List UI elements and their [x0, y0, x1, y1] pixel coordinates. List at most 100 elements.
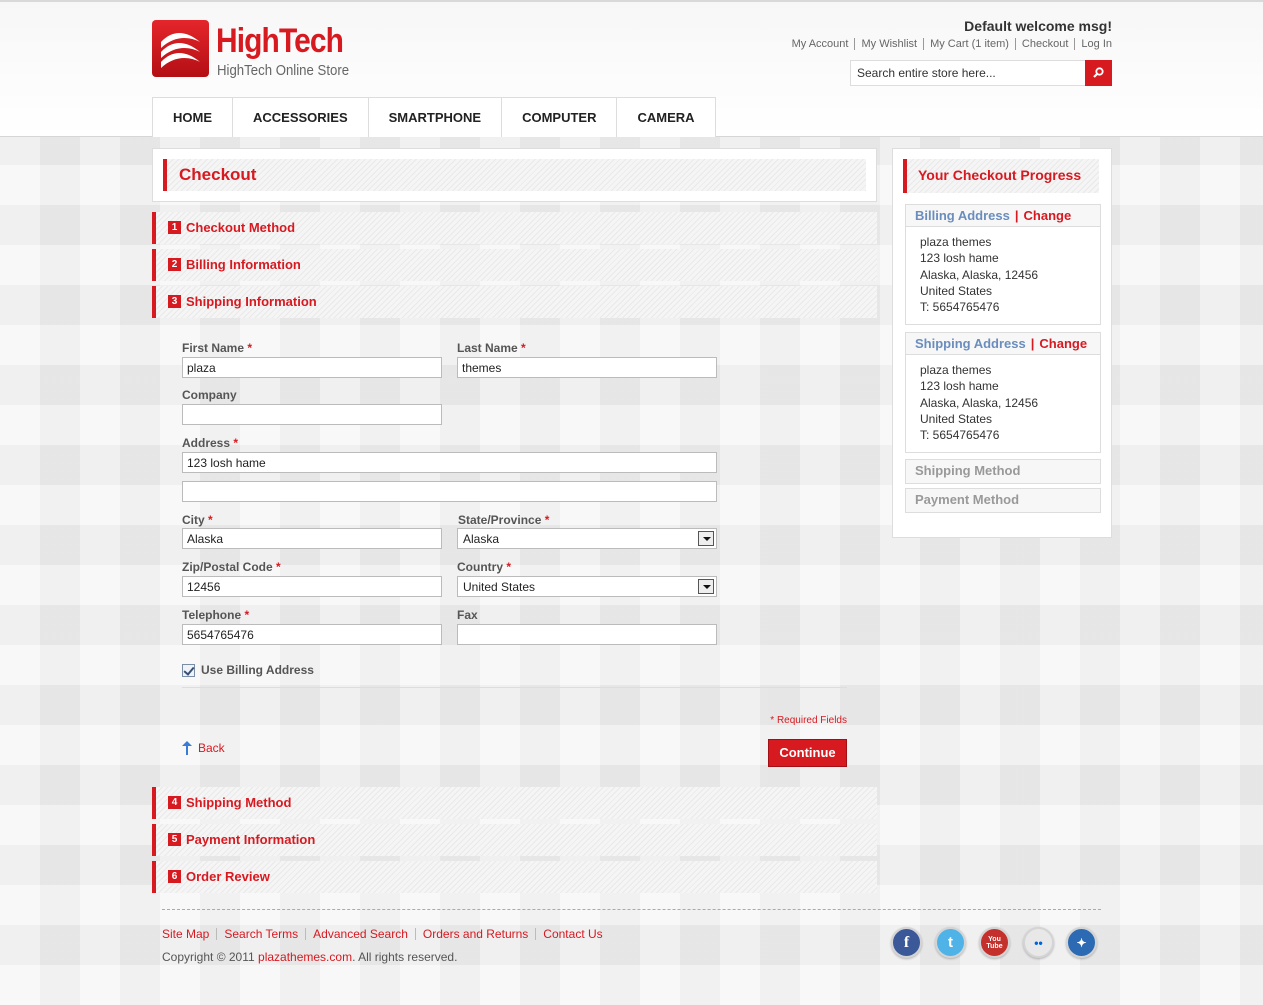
logo-title: HighTech: [216, 22, 344, 60]
site-map-link[interactable]: Site Map: [162, 928, 216, 940]
last-name-field[interactable]: [457, 357, 717, 378]
shipping-change-link[interactable]: Change: [1039, 336, 1087, 351]
search-icon: [1093, 67, 1104, 78]
state-label: State/Province *: [458, 513, 550, 527]
back-link[interactable]: Back: [182, 741, 225, 755]
fax-field[interactable]: [457, 624, 717, 645]
step-checkout-method[interactable]: 1 Checkout Method: [152, 212, 877, 244]
form-divider: [182, 687, 847, 688]
first-name-label: First Name *: [182, 341, 253, 355]
shipping-address-body: plaza themes 123 losh hame Alaska, Alask…: [920, 363, 1039, 443]
orders-returns-link[interactable]: Orders and Returns: [414, 928, 535, 940]
nav-smartphone[interactable]: SMARTPHONE: [369, 98, 503, 137]
copyright: Copyright © 2011 plazathemes.com. All ri…: [162, 950, 458, 964]
search-input[interactable]: [850, 60, 1086, 86]
logo-mark-icon: [152, 20, 209, 77]
sidebar-title: Your Checkout Progress: [918, 167, 1082, 183]
nav-computer[interactable]: COMPUTER: [502, 98, 618, 137]
nav-camera[interactable]: CAMERA: [617, 98, 716, 137]
shipping-method-heading: Shipping Method: [906, 460, 1100, 483]
step-number: 2: [168, 258, 181, 271]
address-label: Address *: [182, 436, 239, 450]
step-label: Billing Information: [186, 257, 301, 272]
fax-label: Fax: [457, 608, 478, 622]
required-fields-note: * Required Fields: [770, 715, 847, 726]
page-title-bar: Checkout: [163, 159, 866, 191]
step-number: 5: [168, 833, 181, 846]
search-terms-link[interactable]: Search Terms: [216, 928, 305, 940]
contact-us-link[interactable]: Contact Us: [535, 928, 609, 940]
facebook-icon[interactable]: f: [891, 927, 922, 958]
page-title: Checkout: [179, 165, 257, 184]
step-payment-information[interactable]: 5 Payment Information: [152, 824, 877, 856]
myspace-icon[interactable]: ✦: [1066, 927, 1097, 958]
footer-divider: [162, 909, 1101, 910]
nav-home[interactable]: HOME: [153, 98, 233, 137]
step-label: Shipping Information: [186, 294, 317, 309]
billing-address-box: Billing Address | Change plaza themes 123 …: [905, 204, 1101, 325]
back-label: Back: [198, 741, 225, 755]
shipping-method-box: Shipping Method: [905, 459, 1101, 484]
search-button[interactable]: [1085, 60, 1112, 86]
country-select[interactable]: United States: [457, 576, 717, 597]
telephone-field[interactable]: [182, 624, 442, 645]
my-account-link[interactable]: My Account: [786, 38, 855, 50]
step-order-review[interactable]: 6 Order Review: [152, 861, 877, 893]
zip-field[interactable]: [182, 576, 442, 597]
continue-button[interactable]: Continue: [768, 739, 847, 767]
flickr-icon[interactable]: ••: [1023, 927, 1054, 958]
footer-links: Site Map Search Terms Advanced Search Or…: [162, 928, 610, 940]
step-label: Order Review: [186, 869, 270, 884]
step-number: 3: [168, 295, 181, 308]
welcome-message: Default welcome msg!: [964, 18, 1112, 34]
country-select-value: United States: [463, 580, 536, 594]
step-number: 1: [168, 221, 181, 234]
step-label: Checkout Method: [186, 220, 296, 235]
search-form: [850, 60, 1112, 86]
youtube-icon[interactable]: You Tube: [979, 927, 1010, 958]
chevron-down-icon: [698, 531, 714, 546]
step-label: Shipping Method: [186, 795, 292, 810]
page-title-box: Checkout: [152, 148, 877, 202]
state-select-value: Alaska: [463, 532, 500, 546]
country-label: Country *: [457, 560, 512, 574]
billing-address-body: plaza themes 123 losh hame Alaska, Alask…: [920, 235, 1039, 315]
city-field[interactable]: [182, 528, 442, 549]
site-logo[interactable]: HighTech HighTech Online Store: [152, 20, 352, 80]
step-shipping-information[interactable]: 3 Shipping Information: [152, 286, 877, 318]
zip-label: Zip/Postal Code *: [182, 560, 281, 574]
company-label: Company: [182, 388, 237, 402]
company-field[interactable]: [182, 404, 442, 425]
payment-method-heading: Payment Method: [906, 489, 1100, 512]
log-in-link[interactable]: Log In: [1074, 38, 1112, 50]
first-name-field[interactable]: [182, 357, 442, 378]
address-line1-field[interactable]: [182, 452, 717, 473]
city-label: City *: [182, 513, 213, 527]
copyright-site-link[interactable]: plazathemes.com: [258, 950, 352, 964]
billing-change-link[interactable]: Change: [1024, 208, 1072, 223]
telephone-label: Telephone *: [182, 608, 250, 622]
step-label: Payment Information: [186, 832, 316, 847]
use-billing-address-label: Use Billing Address: [201, 663, 314, 677]
shipping-address-box: Shipping Address | Change plaza themes 123…: [905, 332, 1101, 453]
main-navigation: HOME ACCESSORIES SMARTPHONE COMPUTER CAM…: [152, 97, 716, 137]
use-billing-address-checkbox[interactable]: [182, 664, 195, 677]
my-wishlist-link[interactable]: My Wishlist: [854, 38, 923, 50]
shipping-address-heading: Shipping Address | Change: [906, 333, 1100, 355]
arrow-up-icon: [182, 741, 192, 755]
twitter-icon[interactable]: t: [935, 927, 966, 958]
step-billing-information[interactable]: 2 Billing Information: [152, 249, 877, 281]
logo-subtitle: HighTech Online Store: [217, 62, 350, 79]
payment-method-box: Payment Method: [905, 488, 1101, 513]
address-line2-field[interactable]: [182, 481, 717, 502]
top-links: My Account My Wishlist My Cart (1 item) …: [786, 38, 1112, 50]
step-shipping-method[interactable]: 4 Shipping Method: [152, 787, 877, 819]
checkout-link[interactable]: Checkout: [1014, 38, 1074, 50]
sidebar-title-bar: Your Checkout Progress: [903, 159, 1099, 193]
last-name-label: Last Name *: [457, 341, 526, 355]
nav-accessories[interactable]: ACCESSORIES: [233, 98, 369, 137]
my-cart-link[interactable]: My Cart (1 item): [923, 38, 1015, 50]
state-select[interactable]: Alaska: [457, 528, 717, 549]
step-number: 4: [168, 796, 181, 809]
advanced-search-link[interactable]: Advanced Search: [305, 928, 415, 940]
